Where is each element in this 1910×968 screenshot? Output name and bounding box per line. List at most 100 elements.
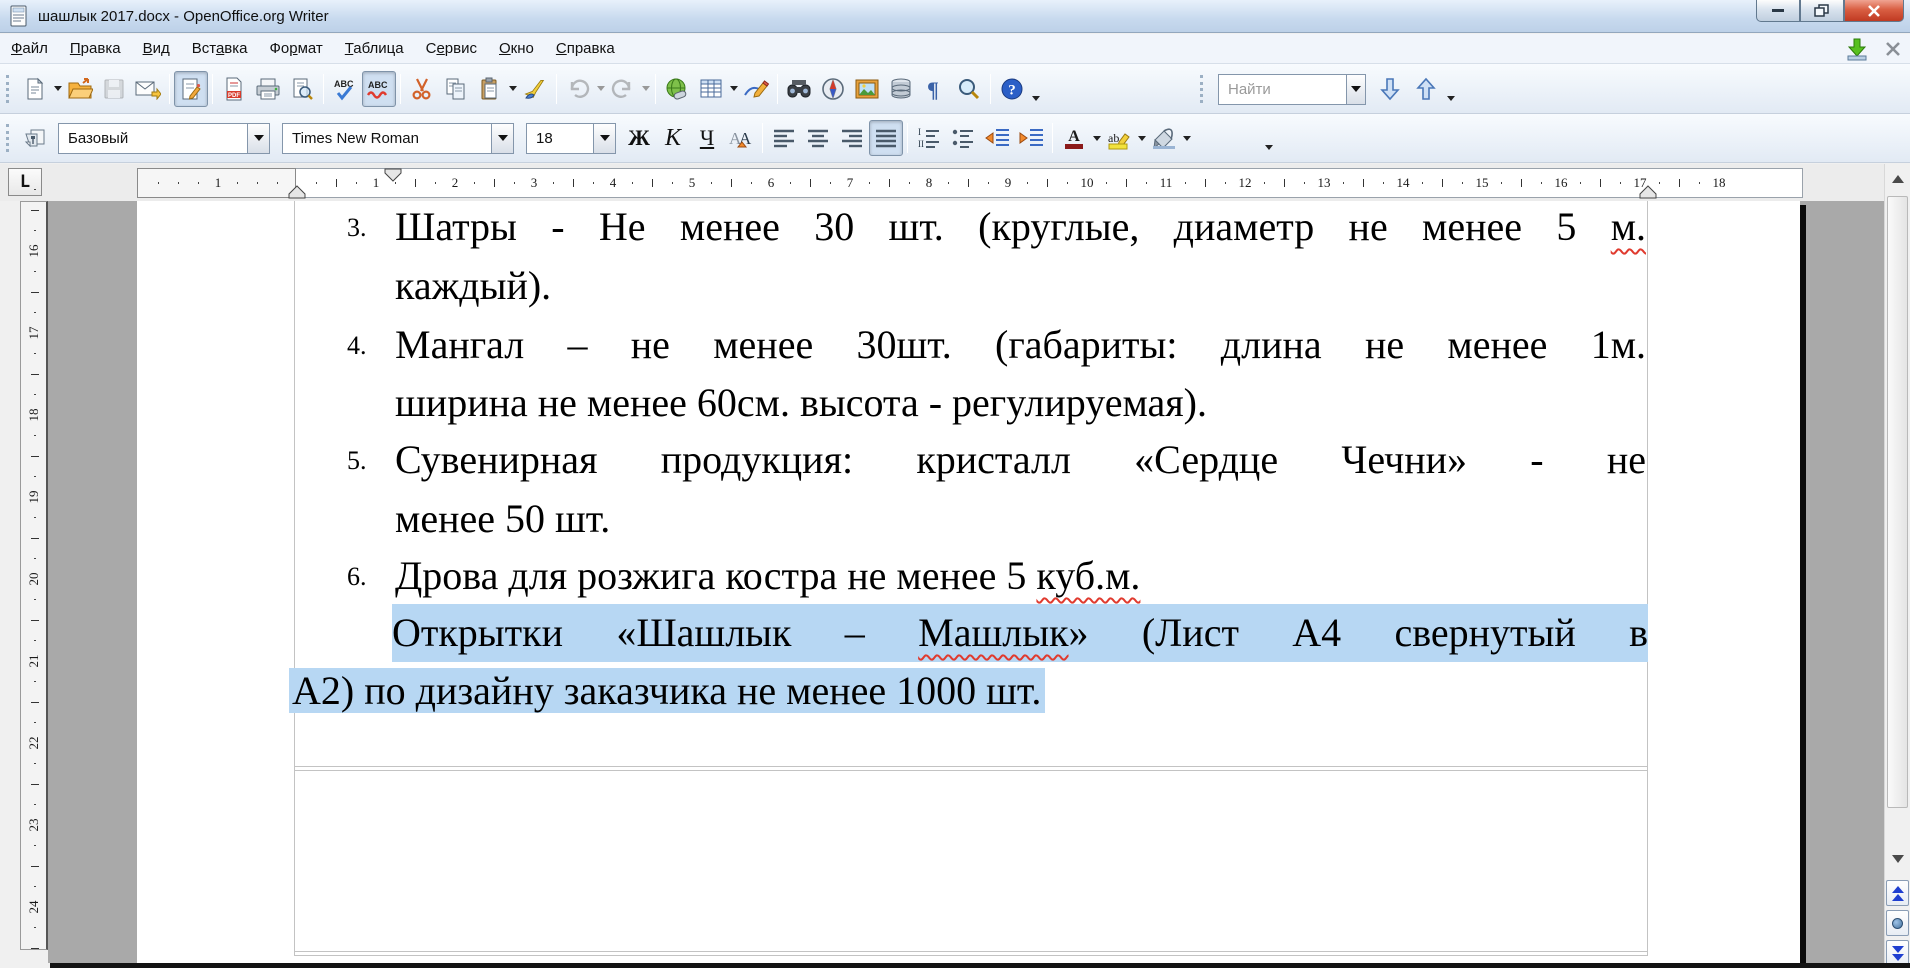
scroll-down-button[interactable] [1885,846,1910,872]
toolbar-grip[interactable] [1200,75,1207,103]
paragraph-style-dropdown[interactable] [247,124,269,153]
format-paintbrush-button[interactable] [518,71,552,107]
selected-paragraph-line-1[interactable]: Открытки «Шашлык – Машлык» (Лист А4 свер… [392,604,1648,662]
increase-indent-button[interactable] [1014,120,1048,156]
redo-dropdown[interactable] [640,71,651,107]
background-color-button[interactable] [1147,120,1181,156]
menu-view[interactable]: Вид [132,36,181,61]
close-button[interactable] [1844,0,1904,22]
find-toolbar-overflow[interactable] [1444,71,1458,107]
menu-file[interactable]: Файл [0,36,59,61]
navigation-button[interactable] [1886,910,1909,936]
list-item-4-line-1[interactable]: 4.Мангал – не менее 30шт. (габариты: дли… [295,316,1648,374]
title-bar[interactable]: шашлык 2017.docx - OpenOffice.org Writer [0,0,1910,33]
decrease-indent-button[interactable] [980,120,1014,156]
cut-button[interactable] [405,71,439,107]
toolbar-grip[interactable] [6,124,13,152]
toolbar-grip[interactable] [6,75,13,103]
load-url-icon[interactable] [1844,37,1870,61]
font-name-value[interactable]: Times New Roman [283,130,491,147]
zoom-button[interactable] [952,71,986,107]
styles-window-button[interactable] [18,120,52,156]
selected-paragraph-line-2[interactable]: А2) по дизайну заказчика не менее 1000 ш… [289,662,1642,720]
document-page[interactable]: 3.Шатры - Не менее 30 шт. (круглые, диам… [137,201,1800,963]
bold-button[interactable]: Ж [622,120,656,156]
paragraph-style-value[interactable]: Базовый [59,130,247,147]
gallery-button[interactable] [850,71,884,107]
scroll-up-button[interactable] [1885,166,1910,192]
undo-button[interactable] [561,71,595,107]
menu-table[interactable]: Таблица [334,36,415,61]
auto-spellcheck-button[interactable]: ABC [362,71,396,107]
numbered-list-button[interactable]: III [912,120,946,156]
highlighting-button[interactable]: ab [1102,120,1136,156]
hyperlink-button[interactable] [660,71,694,107]
find-replace-button[interactable] [782,71,816,107]
list-item-5-line-2[interactable]: менее 50 шт. [295,490,1648,548]
email-button[interactable] [131,71,165,107]
draw-functions-button[interactable] [739,71,773,107]
background-color-dropdown[interactable] [1181,120,1192,156]
font-color-button[interactable]: A [1057,120,1091,156]
paste-button[interactable] [473,71,507,107]
find-history-dropdown[interactable] [1346,75,1365,104]
restore-button[interactable] [1800,0,1844,22]
align-left-button[interactable] [767,120,801,156]
character-scaling-button[interactable]: AA [724,120,758,156]
print-button[interactable] [251,71,285,107]
paste-dropdown[interactable] [507,71,518,107]
data-sources-button[interactable] [884,71,918,107]
edit-file-button[interactable] [174,71,208,107]
tab-selector-button[interactable]: L [8,168,42,196]
document-workspace[interactable]: 3.Шатры - Не менее 30 шт. (круглые, диам… [48,201,1884,963]
redo-button[interactable] [606,71,640,107]
align-justify-button[interactable] [869,120,903,156]
highlighting-dropdown[interactable] [1136,120,1147,156]
save-button[interactable] [97,71,131,107]
vertical-ruler[interactable]: 161718192021222324 [20,201,48,950]
undo-dropdown[interactable] [595,71,606,107]
find-next-button[interactable] [1372,71,1408,107]
close-document-icon[interactable] [1884,40,1902,58]
menu-insert[interactable]: Вставка [181,36,259,61]
font-name-dropdown[interactable] [491,124,513,153]
formatting-toolbar-overflow[interactable] [1262,120,1276,156]
menu-window[interactable]: Окно [488,36,545,61]
menu-help[interactable]: Справка [545,36,626,61]
list-item-6-line-1[interactable]: 6.Дрова для розжига костра не менее 5 ку… [295,547,1648,605]
formatting-marks-button[interactable]: ¶ [918,71,952,107]
export-pdf-button[interactable]: PDF [217,71,251,107]
standard-toolbar-overflow[interactable] [1029,71,1043,107]
menu-edit[interactable]: Правка [59,36,132,61]
horizontal-ruler[interactable]: 1234567891011121314151617181 [137,168,1803,198]
spellcheck-button[interactable]: ABC [328,71,362,107]
right-indent-marker[interactable] [1639,185,1657,199]
table-button[interactable] [694,71,728,107]
scrollbar-thumb[interactable] [1887,196,1908,808]
vertical-scrollbar[interactable] [1884,164,1910,968]
list-item-3-line-1[interactable]: 3.Шатры - Не менее 30 шт. (круглые, диам… [295,198,1648,256]
help-button[interactable]: ? [995,71,1029,107]
first-line-indent-marker[interactable] [384,168,402,182]
new-document-button[interactable] [18,71,52,107]
align-right-button[interactable] [835,120,869,156]
font-size-value[interactable]: 18 [527,130,593,147]
new-document-dropdown[interactable] [52,71,63,107]
copy-button[interactable] [439,71,473,107]
font-size-dropdown[interactable] [593,124,615,153]
navigator-button[interactable] [816,71,850,107]
list-item-5-line-1[interactable]: 5.Сувенирная продукция: кристалл «Сердце… [295,431,1648,489]
menu-tools[interactable]: Сервис [415,36,488,61]
italic-button[interactable]: К [656,120,690,156]
list-item-3-line-2[interactable]: каждый). [295,257,1648,315]
open-button[interactable] [63,71,97,107]
align-center-button[interactable] [801,120,835,156]
font-color-dropdown[interactable] [1091,120,1102,156]
left-indent-marker[interactable] [288,185,306,199]
minimize-button[interactable] [1756,0,1800,22]
find-previous-button[interactable] [1408,71,1444,107]
previous-page-button[interactable] [1886,880,1909,906]
underline-button[interactable]: Ч [690,120,724,156]
list-item-4-line-2[interactable]: ширина не менее 60см. высота - регулируе… [295,374,1648,432]
bullet-list-button[interactable] [946,120,980,156]
